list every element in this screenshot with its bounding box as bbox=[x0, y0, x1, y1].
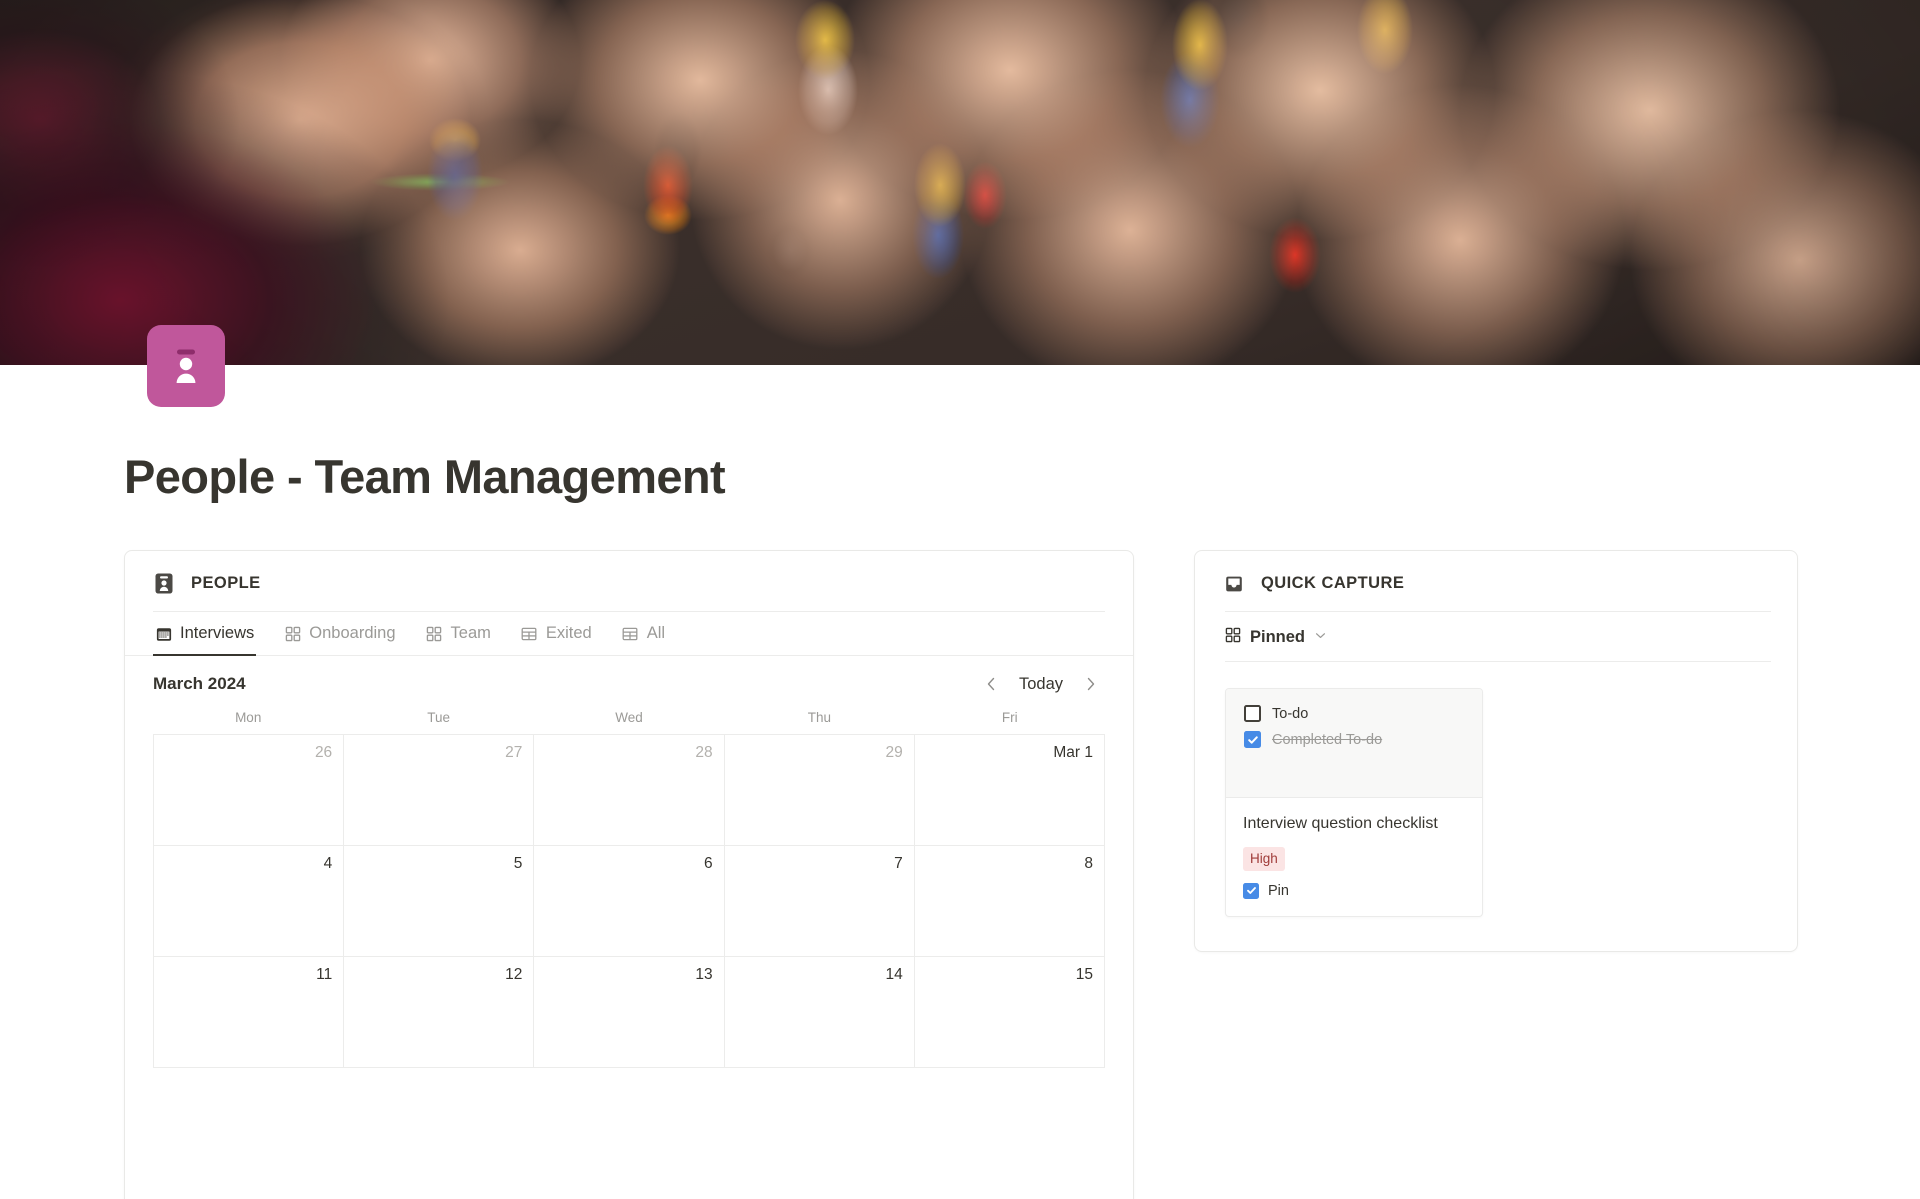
calendar-navigation: Today bbox=[979, 672, 1103, 696]
calendar-grid: 26 27 28 29 Mar 1 4 5 6 7 8 11 12 13 14 … bbox=[153, 734, 1105, 1069]
calendar-day-cell[interactable]: 15 bbox=[914, 957, 1105, 1069]
calendar-day-cell[interactable]: Mar 1 bbox=[914, 735, 1105, 847]
checkbox-checked-icon[interactable] bbox=[1243, 882, 1259, 899]
id-badge-icon bbox=[153, 573, 174, 594]
chevron-down-icon bbox=[1314, 629, 1327, 647]
calendar-today-button[interactable]: Today bbox=[1016, 675, 1066, 694]
people-card: PEOPLE Interviews Onboarding Team Exited… bbox=[124, 550, 1134, 1199]
board-icon bbox=[284, 625, 301, 642]
tab-team[interactable]: Team bbox=[424, 612, 493, 656]
preview-checklist-item[interactable]: Completed To-do bbox=[1244, 731, 1464, 749]
tab-label: Interviews bbox=[180, 624, 255, 643]
tab-label: Team bbox=[450, 624, 491, 643]
calendar-day-cell[interactable]: 5 bbox=[344, 846, 535, 958]
inbox-icon bbox=[1223, 573, 1244, 594]
page-content: People - Team Management PEOPLE Intervie… bbox=[0, 450, 1920, 1199]
calendar-month-label: March 2024 bbox=[153, 674, 246, 694]
checkbox-checked-icon[interactable] bbox=[1244, 731, 1261, 749]
quick-capture-item-preview: To-do Completed To-do bbox=[1226, 689, 1482, 799]
page-cover-image[interactable] bbox=[0, 0, 1920, 365]
page-title: People - Team Management bbox=[124, 450, 726, 503]
calendar-prev-button[interactable] bbox=[979, 672, 1003, 696]
quick-capture-view-selector[interactable]: Pinned bbox=[1195, 612, 1797, 661]
quick-capture-item-body: Interview question checklist High Pin bbox=[1226, 798, 1482, 916]
quick-capture-title: QUICK CAPTURE bbox=[1261, 574, 1405, 593]
board-icon bbox=[426, 625, 443, 642]
quick-capture-view-label: Pinned bbox=[1250, 628, 1306, 647]
calendar-day-header: Fri bbox=[1001, 710, 1018, 726]
board-icon bbox=[1225, 627, 1241, 648]
id-badge-icon bbox=[166, 343, 206, 389]
quick-capture-header: QUICK CAPTURE bbox=[1195, 551, 1797, 594]
cover-vignette bbox=[0, 0, 1920, 365]
preview-checklist-item[interactable]: To-do bbox=[1244, 705, 1464, 723]
people-view-tabs: Interviews Onboarding Team Exited All bbox=[125, 612, 1133, 657]
calendar-day-cell[interactable]: 6 bbox=[534, 846, 725, 958]
calendar-day-cell[interactable]: 7 bbox=[724, 846, 915, 958]
page-icon[interactable] bbox=[147, 325, 225, 407]
people-card-header: PEOPLE bbox=[125, 551, 1133, 594]
calendar-day-cell[interactable]: 13 bbox=[534, 957, 725, 1069]
table-icon bbox=[622, 625, 639, 642]
people-card-title: PEOPLE bbox=[191, 574, 261, 593]
calendar-day-headers: Mon Tue Wed Thu Fri bbox=[125, 710, 1133, 734]
calendar-day-cell[interactable]: 29 bbox=[724, 735, 915, 847]
tab-label: Onboarding bbox=[309, 624, 396, 643]
calendar-day-cell[interactable]: 11 bbox=[154, 957, 345, 1069]
checklist-label: Completed To-do bbox=[1272, 731, 1383, 748]
pin-property[interactable]: Pin bbox=[1243, 882, 1465, 899]
calendar-day-cell[interactable]: 14 bbox=[724, 957, 915, 1069]
calendar-icon bbox=[155, 625, 172, 642]
tab-interviews[interactable]: Interviews bbox=[153, 612, 257, 657]
calendar-day-cell[interactable]: 12 bbox=[344, 957, 535, 1069]
table-icon bbox=[521, 625, 538, 642]
calendar-day-cell[interactable]: 27 bbox=[344, 735, 535, 847]
pin-label: Pin bbox=[1268, 882, 1289, 899]
calendar-day-cell[interactable]: 4 bbox=[154, 846, 345, 958]
calendar-day-header: Wed bbox=[615, 710, 643, 726]
quick-capture-item[interactable]: To-do Completed To-do Interview question… bbox=[1225, 688, 1483, 917]
tab-label: All bbox=[646, 624, 666, 643]
checkbox-unchecked-icon[interactable] bbox=[1244, 705, 1261, 723]
tab-exited[interactable]: Exited bbox=[519, 612, 594, 656]
quick-capture-board: To-do Completed To-do Interview question… bbox=[1195, 662, 1797, 951]
calendar-toolbar: March 2024 Today bbox=[125, 656, 1133, 710]
priority-badge: High bbox=[1243, 847, 1285, 871]
tab-all[interactable]: All bbox=[620, 612, 667, 656]
calendar-day-header: Mon bbox=[235, 710, 262, 726]
checklist-label: To-do bbox=[1272, 705, 1309, 722]
columns-layout: PEOPLE Interviews Onboarding Team Exited… bbox=[124, 550, 1920, 1199]
quick-capture-card: QUICK CAPTURE Pinned To-do Completed To-… bbox=[1194, 550, 1798, 952]
calendar-day-cell[interactable]: 26 bbox=[154, 735, 345, 847]
tab-label: Exited bbox=[545, 624, 592, 643]
calendar-day-header: Thu bbox=[807, 710, 832, 726]
tab-onboarding[interactable]: Onboarding bbox=[282, 612, 397, 656]
calendar-next-button[interactable] bbox=[1079, 672, 1103, 696]
calendar-day-cell[interactable]: 28 bbox=[534, 735, 725, 847]
calendar-day-header: Tue bbox=[427, 710, 450, 726]
quick-capture-item-title: Interview question checklist bbox=[1243, 815, 1438, 833]
calendar-day-cell[interactable]: 8 bbox=[914, 846, 1105, 958]
